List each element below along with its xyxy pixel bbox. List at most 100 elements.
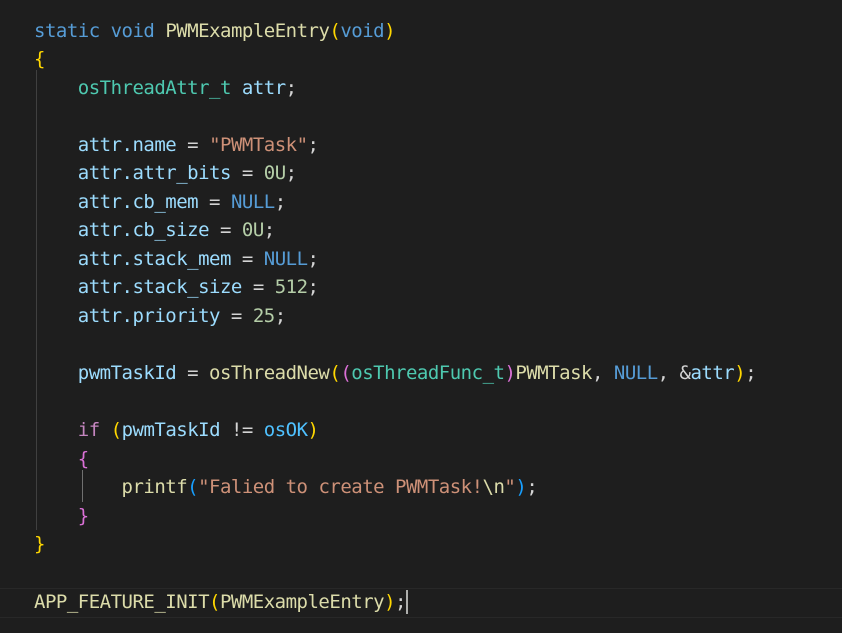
token-punct: ; xyxy=(307,134,319,156)
code-line-6: attr.attr_bits = 0U; xyxy=(34,161,297,185)
code-line-17: printf("Falied to create PWMTask!\n"); xyxy=(34,475,538,499)
token-field: .attr_bits xyxy=(121,162,232,184)
token-variable: attr xyxy=(690,362,735,384)
token-punct: ; xyxy=(285,162,297,184)
token-variable: attr xyxy=(77,305,122,327)
token-number: 25 xyxy=(252,305,275,327)
token-bracket: ) xyxy=(307,419,319,441)
code-line-5: attr.name = "PWMTask"; xyxy=(34,133,319,157)
token-bracket: ( xyxy=(340,362,352,384)
text-cursor xyxy=(405,590,408,614)
token-constant: NULL xyxy=(230,191,275,213)
token-bracket: ( xyxy=(187,476,199,498)
token-bracket: } xyxy=(34,533,45,555)
token-field: .stack_size xyxy=(121,276,243,298)
token-function-call: osThreadNew xyxy=(209,362,330,384)
code-line-19: } xyxy=(34,532,45,556)
token-operator: = xyxy=(241,276,275,298)
token-variable: pwmTaskId xyxy=(121,419,221,441)
token-operator: = xyxy=(219,305,253,327)
token-number: 512 xyxy=(274,276,308,298)
token-constant: NULL xyxy=(263,248,308,270)
token-number: 0U xyxy=(263,162,286,184)
token-type: osThreadFunc_t xyxy=(351,362,505,384)
code-line-3: osThreadAttr_t attr; xyxy=(34,76,297,100)
token-field: .stack_mem xyxy=(121,248,232,270)
token-escape: \n xyxy=(482,476,505,498)
token-punct: ; xyxy=(307,248,319,270)
token-keyword: void xyxy=(110,20,155,42)
token-bracket: ) xyxy=(734,362,746,384)
token-variable: attr xyxy=(77,248,122,270)
token-bracket: ) xyxy=(515,476,527,498)
code-line-8: attr.cb_size = 0U; xyxy=(34,218,275,242)
token-field: .name xyxy=(121,134,177,156)
code-line-13: pwmTaskId = osThreadNew((osThreadFunc_t)… xyxy=(34,361,757,385)
token-string: "PWMTask" xyxy=(209,134,308,156)
token-function-ref: PWMTask xyxy=(515,362,592,384)
token-bracket: ) xyxy=(384,591,396,613)
token-variable: attr xyxy=(77,191,122,213)
token-bracket: ( xyxy=(329,20,341,42)
code-line-15: if (pwmTaskId != osOK) xyxy=(34,418,319,442)
token-operator: = xyxy=(198,191,231,213)
token-variable: attr xyxy=(77,162,122,184)
code-line-11: attr.priority = 25; xyxy=(34,304,286,328)
token-operator: & xyxy=(679,362,691,384)
token-punct: , xyxy=(657,362,680,384)
token-function-ref: PWMExampleEntry xyxy=(219,591,385,613)
token-string: "Falied to create PWMTask! xyxy=(198,476,483,498)
token-punct: ; xyxy=(274,305,286,327)
token-punct: , xyxy=(591,362,614,384)
token-field: .cb_mem xyxy=(121,191,199,213)
token-operator: = xyxy=(230,162,264,184)
token-function-name: PWMExampleEntry xyxy=(165,20,330,42)
code-line-18: } xyxy=(34,504,89,528)
code-line-1: static void PWMExampleEntry(void) xyxy=(34,19,396,43)
token-function-call: printf xyxy=(121,476,188,498)
token-variable: attr xyxy=(77,276,122,298)
token-string: " xyxy=(504,476,516,498)
token-variable: attr xyxy=(241,77,286,99)
token-operator: = xyxy=(176,362,210,384)
code-line-7: attr.cb_mem = NULL; xyxy=(34,190,286,214)
token-variable: attr xyxy=(77,219,122,241)
token-macro: APP_FEATURE_INIT xyxy=(34,591,210,613)
token-operator: = xyxy=(230,248,264,270)
token-keyword: void xyxy=(340,20,385,42)
token-constant: NULL xyxy=(613,362,658,384)
code-editor[interactable]: static void PWMExampleEntry(void) { osTh… xyxy=(0,0,842,633)
code-line-10: attr.stack_size = 512; xyxy=(34,275,319,299)
token-bracket: ) xyxy=(504,362,516,384)
token-operator: = xyxy=(176,134,210,156)
token-punct: ; xyxy=(526,476,538,498)
token-type: osThreadAttr_t xyxy=(77,77,232,99)
token-bracket: ( xyxy=(329,362,341,384)
token-bracket: ( xyxy=(209,591,220,613)
token-punct: ; xyxy=(307,276,319,298)
token-variable: attr xyxy=(77,134,122,156)
token-punct: ; xyxy=(745,362,757,384)
token-punct: ; xyxy=(285,77,297,99)
token-number: 0U xyxy=(241,219,264,241)
token-constant: osOK xyxy=(263,419,308,441)
token-punct: ; xyxy=(263,219,275,241)
code-line-2: { xyxy=(34,47,45,71)
token-operator: = xyxy=(209,219,242,241)
token-bracket: } xyxy=(77,505,89,527)
code-line-21: APP_FEATURE_INIT(PWMExampleEntry); xyxy=(34,590,408,614)
token-punct: ; xyxy=(274,191,286,213)
token-field: .priority xyxy=(121,305,221,327)
token-operator: != xyxy=(220,419,264,441)
token-bracket: ( xyxy=(110,419,122,441)
token-control-keyword: if xyxy=(77,419,100,441)
token-variable: pwmTaskId xyxy=(77,362,177,384)
token-bracket: { xyxy=(34,48,45,70)
token-bracket: { xyxy=(77,448,89,470)
token-punct: ; xyxy=(395,591,406,613)
token-field: .cb_size xyxy=(121,219,210,241)
token-bracket: ) xyxy=(384,20,396,42)
token-keyword: static xyxy=(34,20,100,42)
code-line-16: { xyxy=(34,447,89,471)
